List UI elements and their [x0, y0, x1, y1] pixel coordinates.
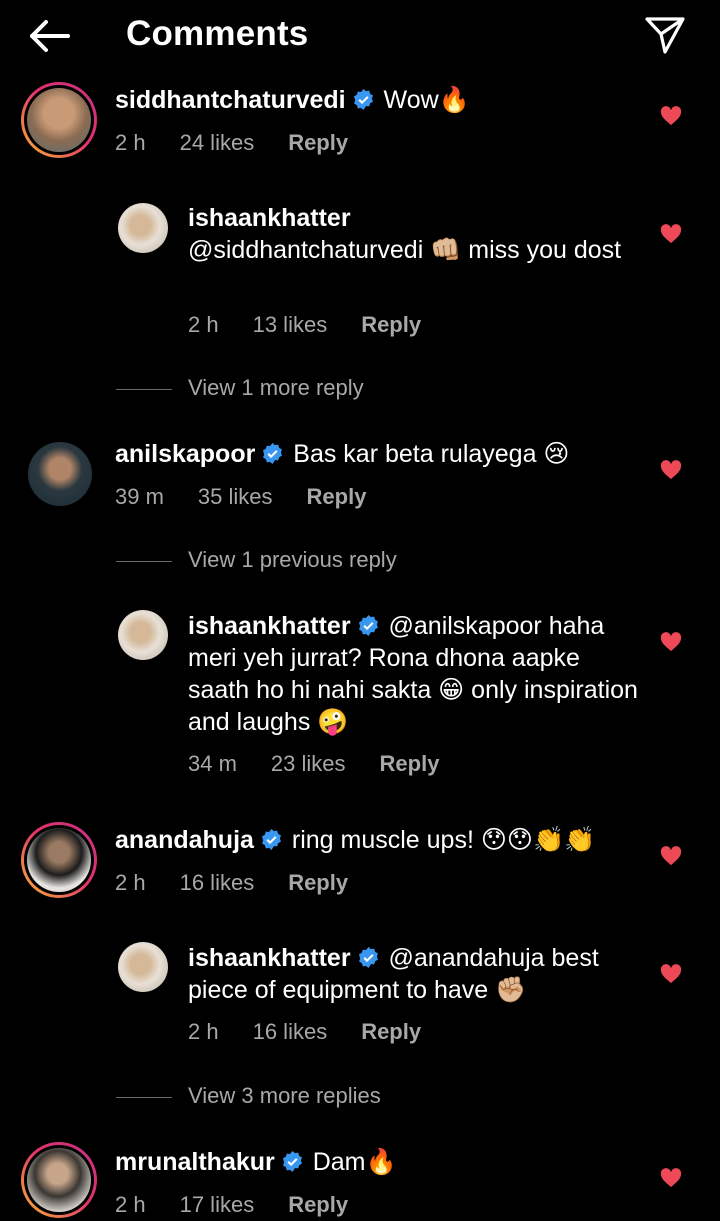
reply-button[interactable]: Reply: [361, 312, 421, 337]
avatar[interactable]: [21, 1142, 97, 1218]
avatar[interactable]: [118, 203, 168, 253]
comment-username[interactable]: ishaankhatter: [188, 612, 351, 640]
comment-username[interactable]: siddhantchaturvedi: [115, 86, 346, 114]
comment-likes[interactable]: 24 likes: [180, 130, 255, 155]
comment-meta: 2 h 16 likes Reply: [188, 1019, 455, 1045]
comment-text: ring muscle ups! 😯😯👏👏: [291, 826, 596, 854]
verified-badge-icon: [282, 1150, 302, 1173]
heart-icon[interactable]: [660, 1168, 682, 1188]
comment-username[interactable]: anandahuja: [115, 826, 254, 854]
avatar[interactable]: [118, 942, 168, 992]
comment-username[interactable]: ishaankhatter: [188, 944, 351, 972]
reply-button[interactable]: Reply: [288, 130, 348, 155]
comment-time: 2 h: [115, 1192, 146, 1217]
back-button[interactable]: [26, 18, 72, 54]
paper-plane-icon: [645, 17, 685, 54]
heart-icon[interactable]: [660, 460, 682, 480]
comment-likes[interactable]: 17 likes: [180, 1192, 255, 1217]
comment-meta: 39 m 35 likes Reply: [115, 484, 400, 510]
verified-badge-icon: [263, 442, 283, 465]
comment-time: 39 m: [115, 484, 164, 509]
header-bar: Comments: [0, 0, 720, 72]
comment-meta: 34 m 23 likes Reply: [188, 751, 473, 777]
heart-icon[interactable]: [660, 632, 682, 652]
comment-time: 2 h: [115, 130, 146, 155]
comment-time: 2 h: [188, 312, 219, 337]
divider-line: [116, 560, 172, 562]
verified-badge-icon: [261, 828, 281, 851]
comment-text: @siddhantchaturvedi 👊🏼 miss you dost: [188, 236, 622, 264]
comment-username[interactable]: ishaankhatter: [188, 204, 351, 232]
divider-line: [116, 1096, 172, 1098]
reply-button[interactable]: Reply: [288, 1192, 348, 1217]
comment-text: Wow🔥: [383, 86, 470, 114]
view-more-replies-button[interactable]: View 3 more replies: [116, 1083, 381, 1109]
comment-meta: 2 h 24 likes Reply: [115, 130, 382, 156]
arrow-left-icon: [30, 20, 70, 52]
comment-likes[interactable]: 13 likes: [253, 312, 328, 337]
heart-icon[interactable]: [660, 106, 682, 126]
verified-badge-icon: [353, 88, 373, 111]
comment-meta: 2 h 16 likes Reply: [115, 870, 382, 896]
view-previous-reply-button[interactable]: View 1 previous reply: [116, 547, 397, 573]
reply-button[interactable]: Reply: [288, 870, 348, 895]
reply-button[interactable]: Reply: [307, 484, 367, 509]
comment-likes[interactable]: 35 likes: [198, 484, 273, 509]
heart-icon[interactable]: [660, 224, 682, 244]
comment-text: Dam🔥: [312, 1148, 397, 1176]
verified-badge-icon: [358, 614, 378, 637]
verified-badge-icon: [358, 946, 378, 969]
divider-line: [116, 388, 172, 390]
page-title: Comments: [126, 14, 309, 53]
comment-time: 2 h: [188, 1019, 219, 1044]
comment-likes[interactable]: 23 likes: [271, 751, 346, 776]
comment-likes[interactable]: 16 likes: [253, 1019, 328, 1044]
comment-meta: 2 h 17 likes Reply: [115, 1192, 382, 1218]
avatar[interactable]: [21, 82, 97, 158]
avatar[interactable]: [21, 822, 97, 898]
reply-button[interactable]: Reply: [380, 751, 440, 776]
comment-meta: 2 h 13 likes Reply: [188, 312, 455, 338]
comment-time: 34 m: [188, 751, 237, 776]
comment-username[interactable]: mrunalthakur: [115, 1148, 275, 1176]
comment-text: Bas kar beta rulayega 😢: [293, 440, 570, 468]
heart-icon[interactable]: [660, 846, 682, 866]
view-more-replies-button[interactable]: View 1 more reply: [116, 375, 364, 401]
share-button[interactable]: [644, 14, 686, 56]
reply-button[interactable]: Reply: [361, 1019, 421, 1044]
avatar[interactable]: [118, 610, 168, 660]
avatar[interactable]: [28, 442, 92, 506]
heart-icon[interactable]: [660, 964, 682, 984]
comment-time: 2 h: [115, 870, 146, 895]
comment-username[interactable]: anilskapoor: [115, 440, 255, 468]
comment-likes[interactable]: 16 likes: [180, 870, 255, 895]
